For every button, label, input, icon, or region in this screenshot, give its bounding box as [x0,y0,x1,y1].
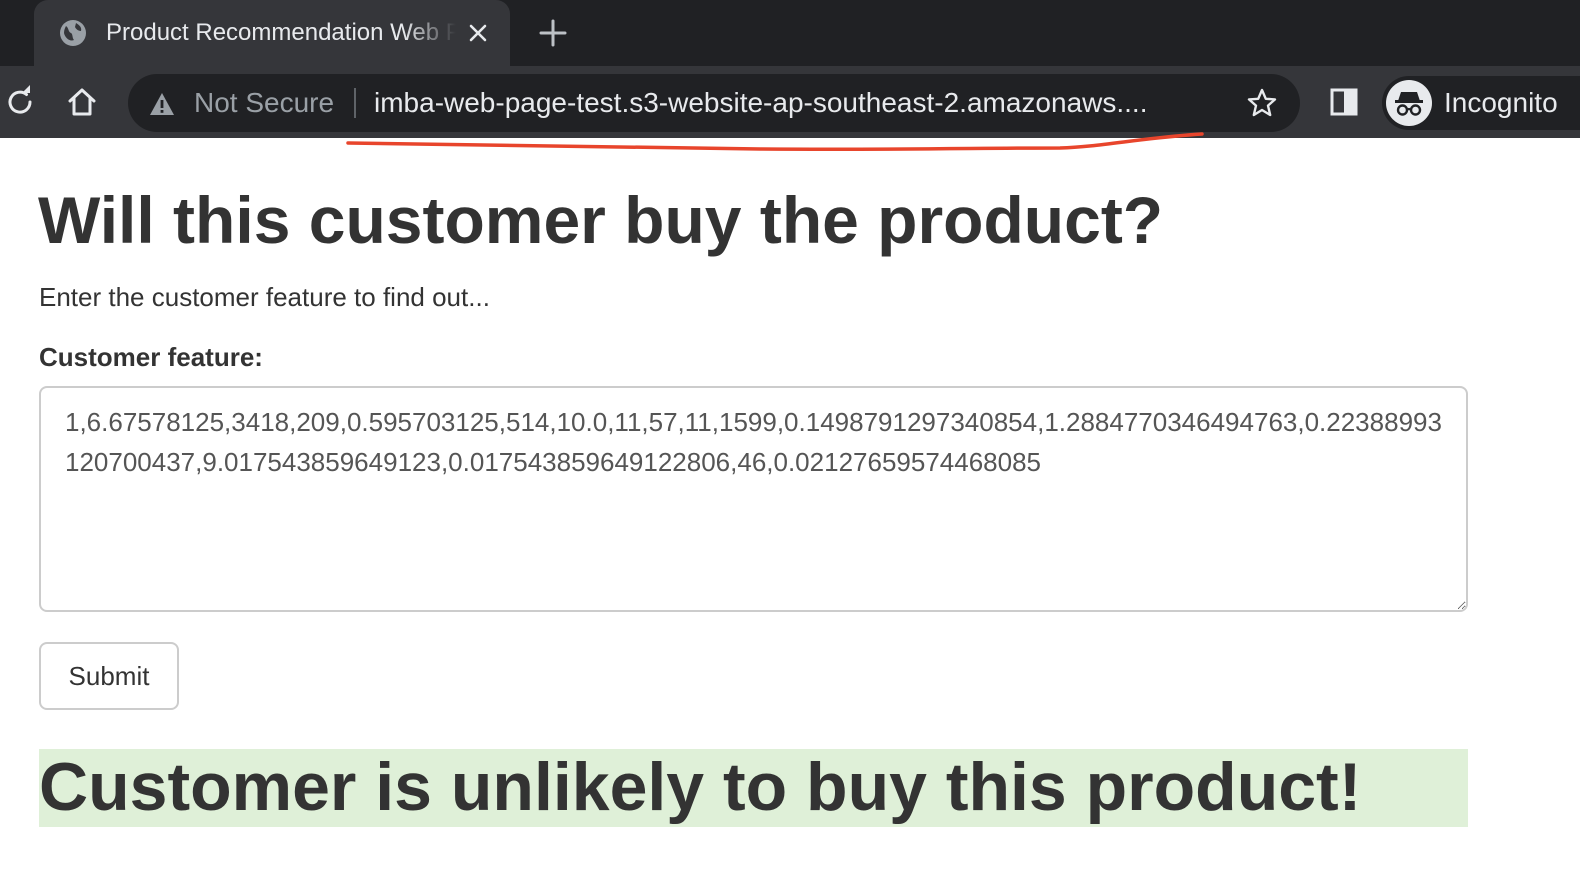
address-bar-divider [354,88,356,118]
submit-button[interactable]: Submit [39,642,179,710]
warning-icon[interactable] [148,90,176,118]
bookmark-star-icon[interactable] [1246,87,1278,119]
close-icon[interactable] [464,19,492,47]
tab-title: Product Recommendation Web Page [106,19,456,46]
browser-tab-strip: Product Recommendation Web Page [0,0,1580,66]
customer-feature-label: Customer feature: [39,342,263,372]
incognito-profile-button[interactable]: Incognito [1382,76,1580,130]
result-text: Customer is unlikely to buy this product… [39,749,1362,825]
home-icon[interactable] [64,84,100,120]
browser-tab[interactable]: Product Recommendation Web Page [34,0,510,66]
customer-feature-input[interactable]: 1,6.67578125,3418,209,0.595703125,514,10… [39,386,1468,612]
incognito-icon [1395,92,1423,116]
incognito-avatar [1386,80,1432,126]
page-title: Will this customer buy the product? [38,183,1164,257]
reload-icon[interactable] [2,84,38,120]
url-text[interactable]: imba-web-page-test.s3-website-ap-southea… [374,86,1222,120]
address-bar[interactable]: Not Secure imba-web-page-test.s3-website… [128,74,1300,132]
incognito-label: Incognito [1444,87,1558,118]
security-indicator[interactable]: Not Secure [194,86,334,120]
page-subtitle: Enter the customer feature to find out..… [39,282,490,312]
result-alert: Customer is unlikely to buy this product… [39,749,1468,827]
plus-icon[interactable] [536,16,570,50]
side-panel-icon[interactable] [1326,84,1362,120]
web-page: Will this customer buy the product? Ente… [0,138,1580,876]
globe-icon [60,20,86,46]
